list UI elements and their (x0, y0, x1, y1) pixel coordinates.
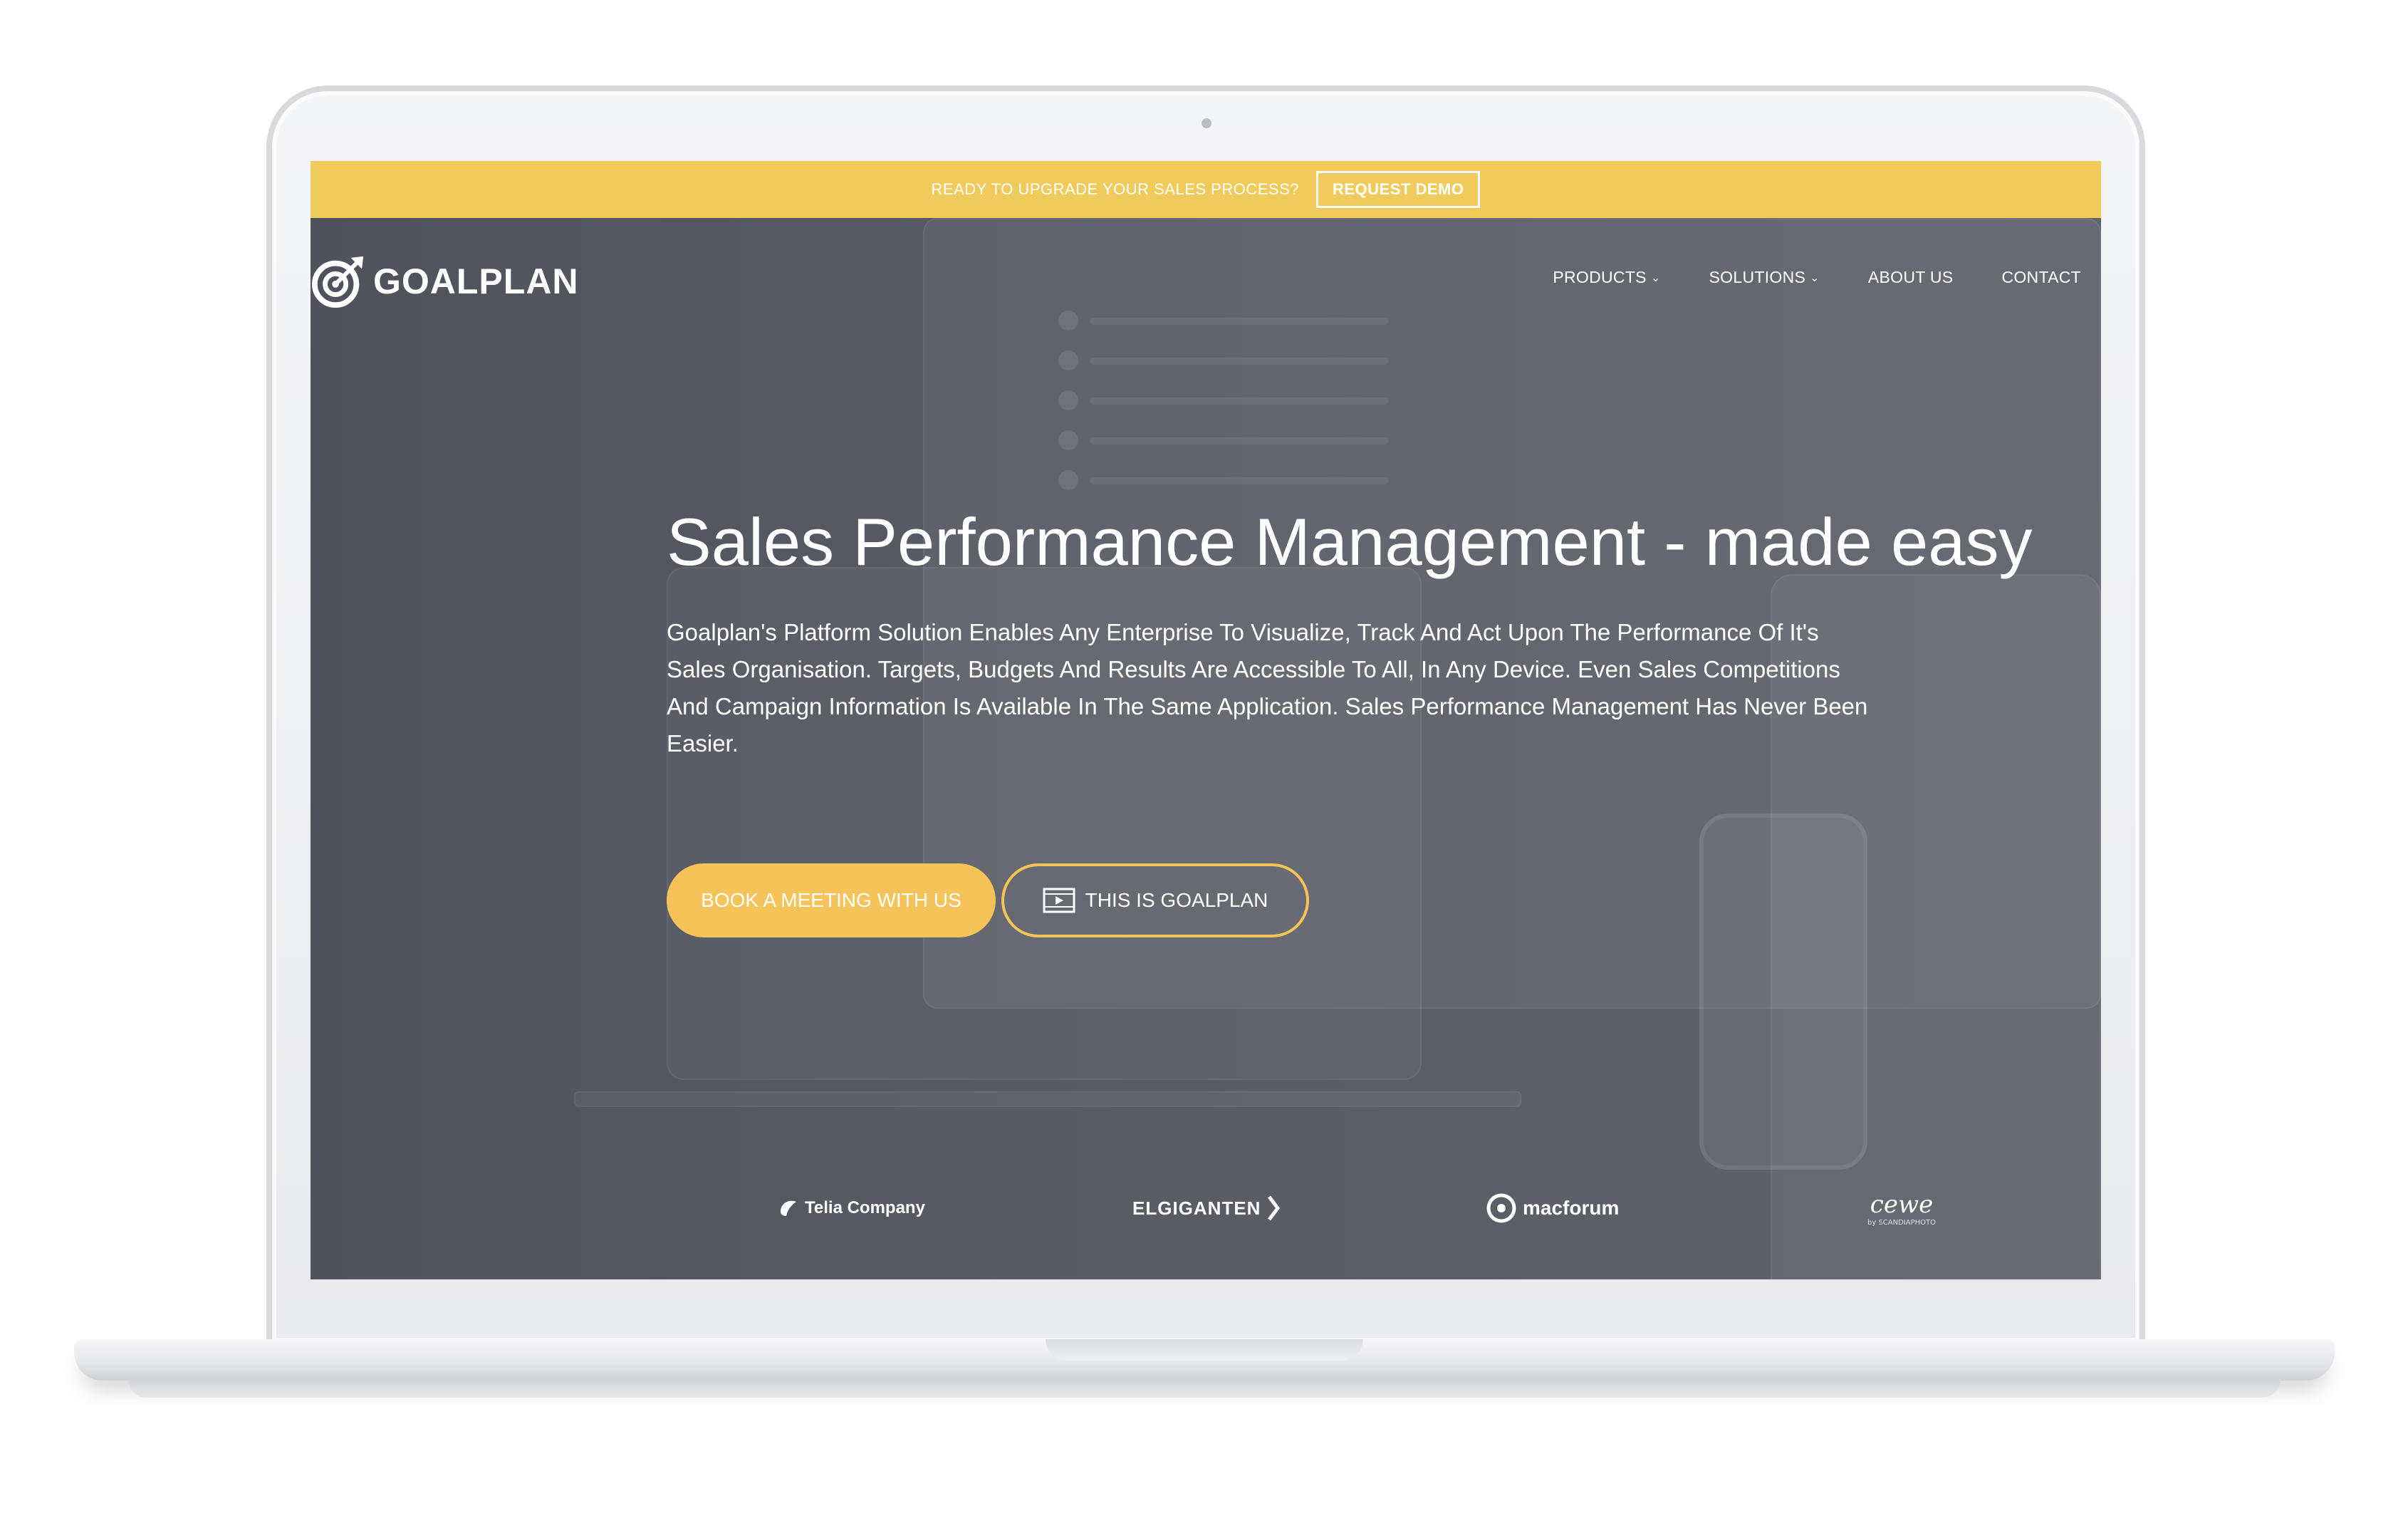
client-logos: Telia Company ELGIGANTEN macforum cewe b… (311, 1180, 2101, 1237)
nav-products-label: PRODUCTS (1553, 268, 1647, 286)
target-arrow-icon (311, 256, 364, 308)
mock-row (1090, 477, 1389, 484)
elgiganten-logo: ELGIGANTEN (1132, 1180, 1281, 1237)
elgiganten-logo-text: ELGIGANTEN (1132, 1197, 1261, 1219)
goalplan-logo[interactable]: GOALPLAN (311, 254, 579, 309)
this-is-goalplan-button[interactable]: THIS IS GOALPLAN (1001, 863, 1309, 937)
background-laptop-base (574, 1091, 1521, 1107)
nav-about-us-label: ABOUT US (1867, 268, 1954, 286)
cewe-logo: cewe by SCANDIAPHOTO (1867, 1180, 1936, 1237)
chevron-right-icon (1268, 1195, 1281, 1221)
macforum-ring-icon (1486, 1193, 1516, 1223)
mock-avatar (1058, 390, 1078, 410)
request-demo-button[interactable]: REQUEST DEMO (1315, 171, 1481, 208)
camera-icon (1202, 118, 1211, 128)
chevron-down-icon: ⌄ (1810, 271, 1820, 284)
nav-solutions-label: SOLUTIONS (1709, 268, 1806, 286)
hero-description: Goalplan's Platform Solution Enables Any… (667, 619, 1868, 757)
website-screen: READY TO UPGRADE YOUR SALES PROCESS? REQ… (311, 161, 2101, 1279)
mock-avatar (1058, 470, 1078, 490)
this-is-goalplan-label: THIS IS GOALPLAN (1085, 889, 1268, 911)
macforum-logo: macforum (1486, 1180, 1619, 1237)
mock-row (1090, 318, 1389, 325)
laptop-notch (1046, 1339, 1363, 1361)
background-phone-mockup (1699, 814, 1867, 1170)
chevron-down-icon: ⌄ (1650, 271, 1661, 284)
laptop-base-bottom (128, 1379, 2281, 1398)
nav-solutions[interactable]: SOLUTIONS ⌄ (1709, 268, 1820, 287)
telia-logo: Telia Company (778, 1180, 925, 1237)
hero-section: GOALPLAN PRODUCTS ⌄ SOLUTIONS ⌄ ABOUT US… (311, 218, 2101, 1279)
hero-title: Sales Performance Management - made easy (667, 504, 2033, 579)
mock-avatar (1058, 311, 1078, 331)
mock-row (1090, 397, 1389, 405)
mock-avatar (1058, 350, 1078, 370)
cewe-logo-text: cewe (1870, 1190, 1934, 1219)
logo-text: GOALPLAN (373, 261, 579, 301)
main-nav: PRODUCTS ⌄ SOLUTIONS ⌄ ABOUT US CONTACT (1553, 268, 2081, 287)
telia-logo-text: Telia Company (805, 1198, 925, 1217)
nav-contact-label: CONTACT (2001, 268, 2081, 286)
film-icon (1043, 888, 1075, 913)
mock-row (1090, 358, 1389, 365)
nav-products[interactable]: PRODUCTS ⌄ (1553, 268, 1660, 287)
book-meeting-button[interactable]: BOOK A MEETING WITH US (667, 863, 996, 937)
nav-contact[interactable]: CONTACT (2001, 268, 2081, 287)
mock-avatar (1058, 430, 1078, 450)
nav-about-us[interactable]: ABOUT US (1868, 268, 1954, 287)
mock-row (1090, 437, 1389, 445)
cewe-logo-subtext: by SCANDIAPHOTO (1867, 1218, 1936, 1227)
top-banner: READY TO UPGRADE YOUR SALES PROCESS? REQ… (311, 161, 2101, 218)
macforum-logo-text: macforum (1523, 1197, 1620, 1219)
telia-mark-icon (781, 1200, 796, 1216)
banner-text: READY TO UPGRADE YOUR SALES PROCESS? (931, 180, 1299, 198)
